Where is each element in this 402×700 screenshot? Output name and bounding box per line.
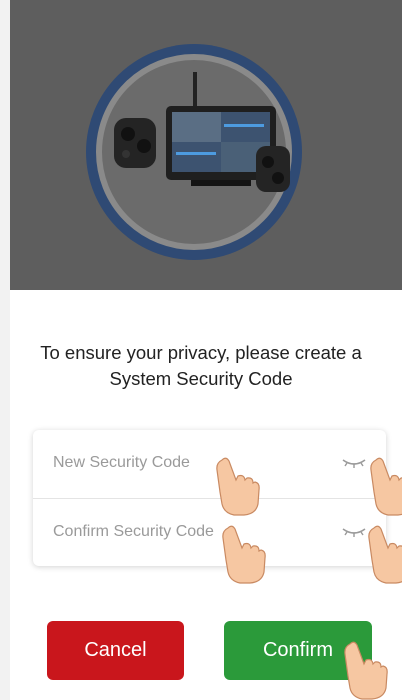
new-security-code-field[interactable]: New Security Code — [33, 430, 386, 498]
tap-hand-icon — [216, 457, 260, 516]
camera-right-icon — [256, 146, 290, 192]
tap-hand-icon — [370, 457, 402, 516]
cancel-button[interactable]: Cancel — [47, 621, 184, 680]
tap-hand-icon — [222, 525, 266, 584]
eye-closed-icon[interactable] — [340, 521, 368, 541]
tap-hand-icon — [344, 641, 388, 700]
confirm-security-code-placeholder: Confirm Security Code — [53, 523, 214, 540]
tap-hand-icon — [368, 525, 402, 584]
new-security-code-placeholder: New Security Code — [53, 454, 190, 471]
camera-left-icon — [114, 118, 156, 168]
prompt-line-1: To ensure your privacy, please create a — [40, 342, 362, 363]
camera-system-image — [114, 72, 290, 192]
security-code-card: New Security Code Confirm Security Code — [33, 430, 386, 566]
confirm-security-code-field[interactable]: Confirm Security Code — [33, 498, 386, 566]
eye-closed-icon[interactable] — [340, 452, 368, 472]
prompt-line-2: System Security Code — [109, 368, 293, 389]
privacy-prompt: To ensure your privacy, please create a … — [0, 340, 402, 392]
